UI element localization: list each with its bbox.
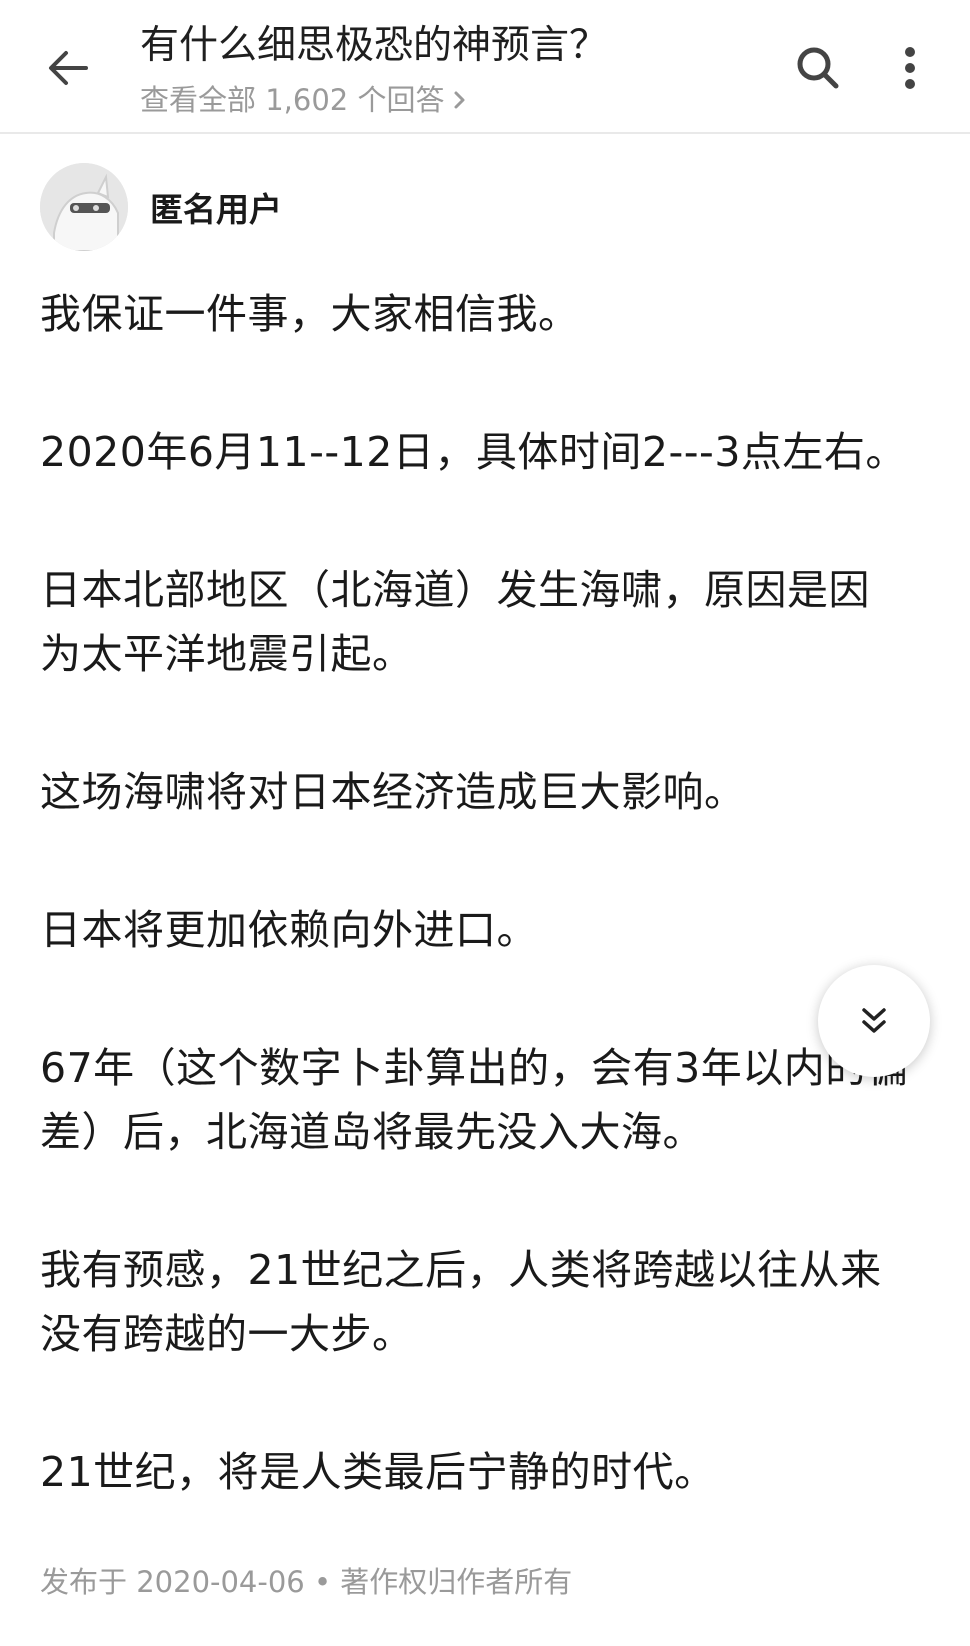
answer-paragraph: 我有预感，21世纪之后，人类将跨越以往从来没有跨越的一大步。 bbox=[40, 1246, 882, 1358]
avatar[interactable] bbox=[40, 163, 128, 251]
chevron-right-icon bbox=[454, 91, 465, 109]
collapse-fab-button[interactable] bbox=[818, 965, 930, 1077]
double-chevron-down-icon bbox=[862, 1008, 886, 1033]
answer-paragraph: 这场海啸将对日本经济造成巨大影响。 bbox=[40, 768, 746, 816]
answer-paragraph: 2020年6月11--12日，具体时间2---3点左右。 bbox=[40, 428, 907, 476]
view-all-answers-label: 查看全部 1,602 个回答 bbox=[140, 83, 445, 117]
back-button[interactable] bbox=[40, 40, 96, 96]
search-icon bbox=[797, 47, 839, 89]
answer-paragraph: 日本北部地区（北海道）发生海啸，原因是因为太平洋地震引起。 bbox=[40, 566, 870, 678]
answer-content: 我保证一件事，大家相信我。 2020年6月11--12日，具体时间2---3点左… bbox=[40, 282, 910, 1578]
search-button[interactable] bbox=[790, 40, 846, 96]
answer-paragraph: 我保证一件事，大家相信我。 bbox=[40, 290, 580, 338]
more-vertical-icon bbox=[905, 47, 915, 89]
question-title[interactable]: 有什么细思极恐的神预言？ bbox=[140, 18, 760, 74]
arrow-left-icon bbox=[49, 51, 88, 85]
more-options-button[interactable] bbox=[882, 40, 938, 96]
view-all-answers-link[interactable]: 查看全部 1,602 个回答 bbox=[140, 80, 470, 120]
author-name[interactable]: 匿名用户 bbox=[150, 183, 282, 231]
top-app-bar: 有什么细思极恐的神预言？ 查看全部 1,602 个回答 bbox=[0, 0, 970, 134]
answer-paragraph: 日本将更加依赖向外进口。 bbox=[40, 906, 538, 954]
answer-paragraph: 21世纪，将是人类最后宁静的时代。 bbox=[40, 1448, 716, 1496]
anonymous-avatar-icon bbox=[40, 163, 128, 251]
answer-meta: 发布于 2020-04-06 • 著作权归作者所有 bbox=[40, 1565, 573, 1599]
author-row: 匿名用户 bbox=[40, 162, 282, 252]
answer-paragraph: 67年（这个数字卜卦算出的，会有3年以内的偏差）后，北海道岛将最先没入大海。 bbox=[40, 1044, 909, 1156]
